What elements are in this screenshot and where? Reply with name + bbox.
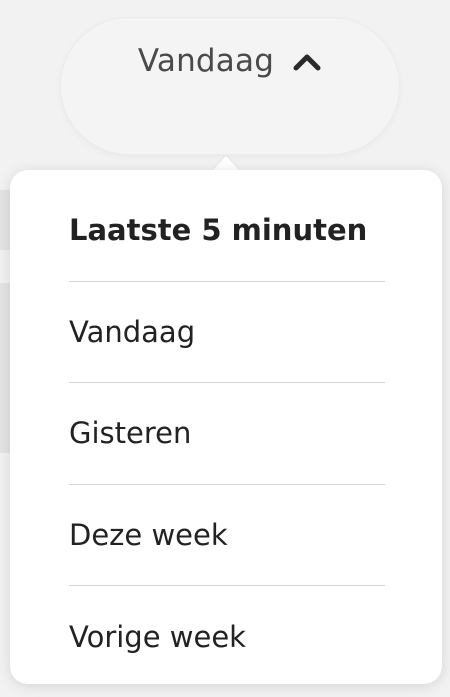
menu-item-deze-week[interactable]: Deze week bbox=[69, 485, 385, 586]
period-dropdown-menu: Laatste 5 minuten Vandaag Gisteren Deze … bbox=[10, 170, 442, 684]
menu-item-vandaag[interactable]: Vandaag bbox=[69, 282, 385, 383]
period-dropdown-toggle[interactable]: Vandaag bbox=[61, 18, 399, 154]
dropdown-selected-label: Vandaag bbox=[137, 43, 275, 79]
menu-item-label: Vandaag bbox=[69, 314, 196, 349]
menu-item-label: Gisteren bbox=[69, 416, 192, 451]
chevron-up-icon bbox=[292, 50, 322, 72]
background-strip bbox=[0, 190, 10, 250]
menu-pointer-arrow bbox=[212, 156, 240, 171]
menu-item-laatste-5-minuten[interactable]: Laatste 5 minuten bbox=[69, 180, 385, 282]
menu-item-vorige-week[interactable]: Vorige week bbox=[69, 586, 385, 688]
menu-item-label: Deze week bbox=[69, 517, 228, 552]
menu-item-gisteren[interactable]: Gisteren bbox=[69, 383, 385, 485]
menu-item-label: Laatste 5 minuten bbox=[69, 213, 368, 248]
background-strip bbox=[0, 283, 10, 453]
menu-list: Laatste 5 minuten Vandaag Gisteren Deze … bbox=[69, 180, 385, 688]
menu-item-label: Vorige week bbox=[69, 619, 246, 654]
